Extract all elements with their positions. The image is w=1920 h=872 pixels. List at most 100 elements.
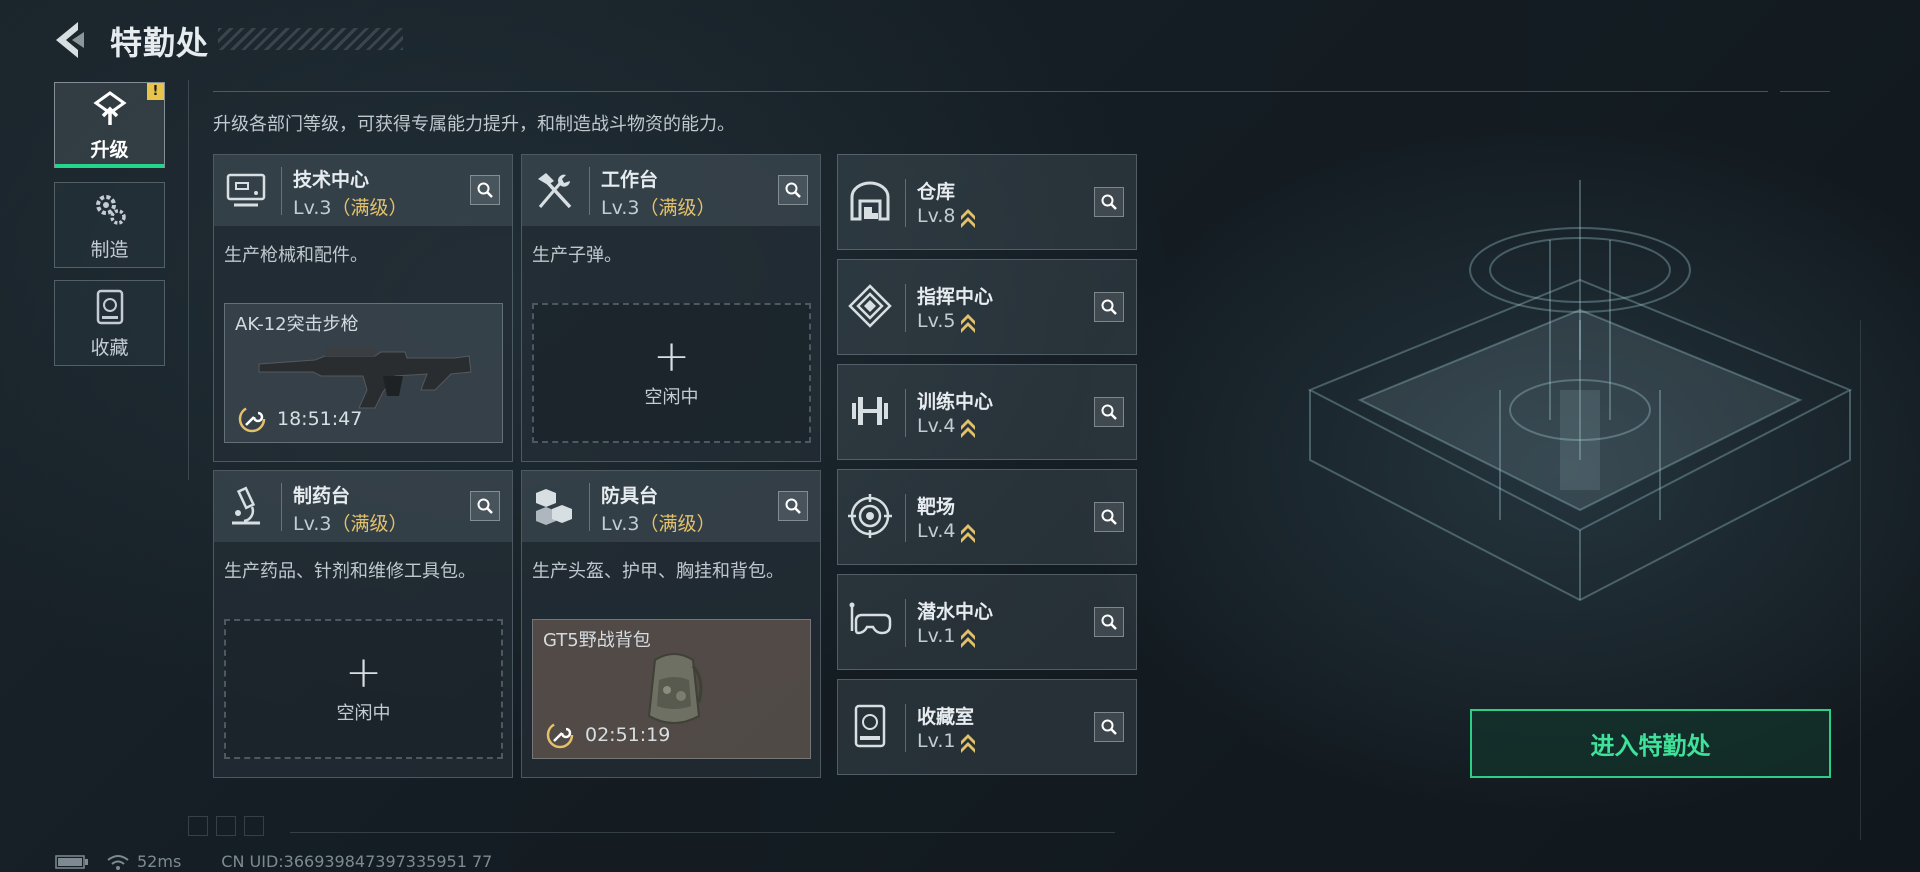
collection-icon	[96, 289, 123, 324]
facility-level: Lv.3（满级）	[601, 509, 716, 536]
divider	[281, 167, 282, 215]
level-text: Lv.4	[917, 415, 956, 437]
divider	[1780, 91, 1830, 92]
production-slot[interactable]: GT5野战背包 02:51:19	[532, 619, 811, 759]
production-slot-idle[interactable]: + 空闲中	[224, 619, 503, 759]
facility-level: Lv.3（满级）	[601, 193, 716, 220]
bottom-decoration	[188, 816, 264, 836]
facility-description: 生产枪械和配件。	[224, 245, 368, 266]
wrench-timer-icon	[238, 405, 266, 433]
production-slot-idle[interactable]: + 空闲中	[532, 303, 811, 443]
divider	[905, 284, 906, 332]
microscope-icon	[232, 486, 260, 525]
computer-icon	[226, 173, 266, 207]
facility-level: Lv.3（满级）	[293, 509, 408, 536]
search-button[interactable]	[778, 175, 808, 205]
room-warehouse[interactable]: 仓库 Lv.8	[837, 154, 1137, 250]
facility-name: 工作台	[601, 169, 659, 191]
maxed-label: （满级）	[639, 513, 716, 535]
facility-card-workbench: 工作台 Lv.3（满级） 生产子弹。 + 空闲中	[521, 154, 821, 462]
facility-card-armor: 防具台 Lv.3（满级） 生产头盔、护甲、胸挂和背包。 GT5野战背包 02:5…	[521, 470, 821, 778]
facility-name: 防具台	[601, 485, 659, 507]
search-icon	[477, 182, 493, 198]
search-button[interactable]	[1094, 712, 1124, 742]
plus-icon: +	[653, 331, 690, 382]
level-text: Lv.1	[917, 625, 956, 647]
facility-description: 生产药品、针剂和维修工具包。	[224, 561, 476, 582]
divider	[905, 599, 906, 647]
search-icon	[1101, 404, 1117, 420]
search-icon	[1101, 614, 1117, 630]
room-training-center[interactable]: 训练中心 Lv.4	[837, 364, 1137, 460]
search-button[interactable]	[1094, 502, 1124, 532]
divider	[290, 832, 1115, 833]
search-button[interactable]	[1094, 397, 1124, 427]
facility-name: 制药台	[293, 485, 351, 507]
divider	[905, 494, 906, 542]
facility-card-pharmacy: 制药台 Lv.3（满级） 生产药品、针剂和维修工具包。 + 空闲中	[213, 470, 513, 778]
upgrade-chevron-icon	[961, 523, 976, 543]
search-button[interactable]	[470, 491, 500, 521]
card-header: 技术中心 Lv.3（满级）	[214, 155, 512, 226]
level-text: Lv.3	[293, 197, 332, 219]
card-header: 制药台 Lv.3（满级）	[214, 471, 512, 542]
upgrade-chevron-icon	[961, 628, 976, 648]
left-rail	[188, 80, 189, 480]
level-text: Lv.8	[917, 205, 956, 227]
production-slot[interactable]: AK-12突击步枪 18:51:47	[224, 303, 503, 443]
maxed-label: （满级）	[331, 197, 408, 219]
search-button[interactable]	[470, 175, 500, 205]
room-diving-center[interactable]: 潜水中心 Lv.1	[837, 574, 1137, 670]
command-icon	[848, 284, 892, 328]
room-name: 收藏室	[917, 706, 975, 728]
room-level: Lv.5	[917, 310, 977, 333]
tab-craft[interactable]: 制造	[54, 182, 165, 268]
tab-upgrade[interactable]: ! 升级	[54, 82, 165, 168]
alert-badge: !	[147, 83, 164, 100]
search-button[interactable]	[1094, 607, 1124, 637]
search-button[interactable]	[1094, 187, 1124, 217]
enter-button[interactable]: 进入特勤处	[1470, 709, 1831, 778]
room-level: Lv.4	[917, 415, 977, 438]
back-button[interactable]	[50, 18, 90, 62]
level-text: Lv.1	[917, 730, 956, 752]
divider	[281, 483, 282, 531]
base-hologram-model	[1307, 180, 1853, 602]
room-collection-room[interactable]: 收藏室 Lv.1	[837, 679, 1137, 775]
production-timer: 02:51:19	[585, 724, 671, 746]
divider	[589, 167, 590, 215]
tab-collection[interactable]: 收藏	[54, 280, 165, 366]
tab-collection-label: 收藏	[90, 336, 129, 359]
room-shooting-range[interactable]: 靶场 Lv.4	[837, 469, 1137, 565]
divider	[905, 179, 906, 227]
idle-label: 空闲中	[336, 703, 391, 724]
title-decoration	[218, 28, 403, 50]
room-name: 潜水中心	[917, 601, 994, 623]
search-icon	[1101, 194, 1117, 210]
search-icon	[785, 182, 801, 198]
room-name: 训练中心	[917, 391, 994, 413]
search-button[interactable]	[1094, 292, 1124, 322]
divider	[213, 91, 1768, 92]
level-text: Lv.3	[293, 513, 332, 535]
facility-card-tech-center: 技术中心 Lv.3（满级） 生产枪械和配件。 AK-12突击步枪 18:51:4…	[213, 154, 513, 462]
level-text: Lv.3	[601, 197, 640, 219]
room-command-center[interactable]: 指挥中心 Lv.5	[837, 259, 1137, 355]
wifi-icon	[107, 854, 129, 870]
backpack-image	[647, 653, 703, 724]
divider	[589, 483, 590, 531]
hammer-wrench-icon	[538, 173, 572, 209]
wrench-timer-icon	[546, 721, 574, 749]
maxed-label: （满级）	[639, 197, 716, 219]
search-button[interactable]	[778, 491, 808, 521]
production-timer: 18:51:47	[277, 408, 363, 430]
divider	[905, 704, 906, 752]
facility-name: 技术中心	[293, 169, 370, 191]
upgrade-chevron-icon	[961, 313, 976, 333]
plus-icon: +	[345, 647, 382, 698]
battery-icon	[55, 854, 88, 869]
item-name: AK-12突击步枪	[235, 314, 359, 335]
divider	[905, 389, 906, 437]
level-text: Lv.4	[917, 520, 956, 542]
back-arrow-icon	[56, 22, 84, 58]
